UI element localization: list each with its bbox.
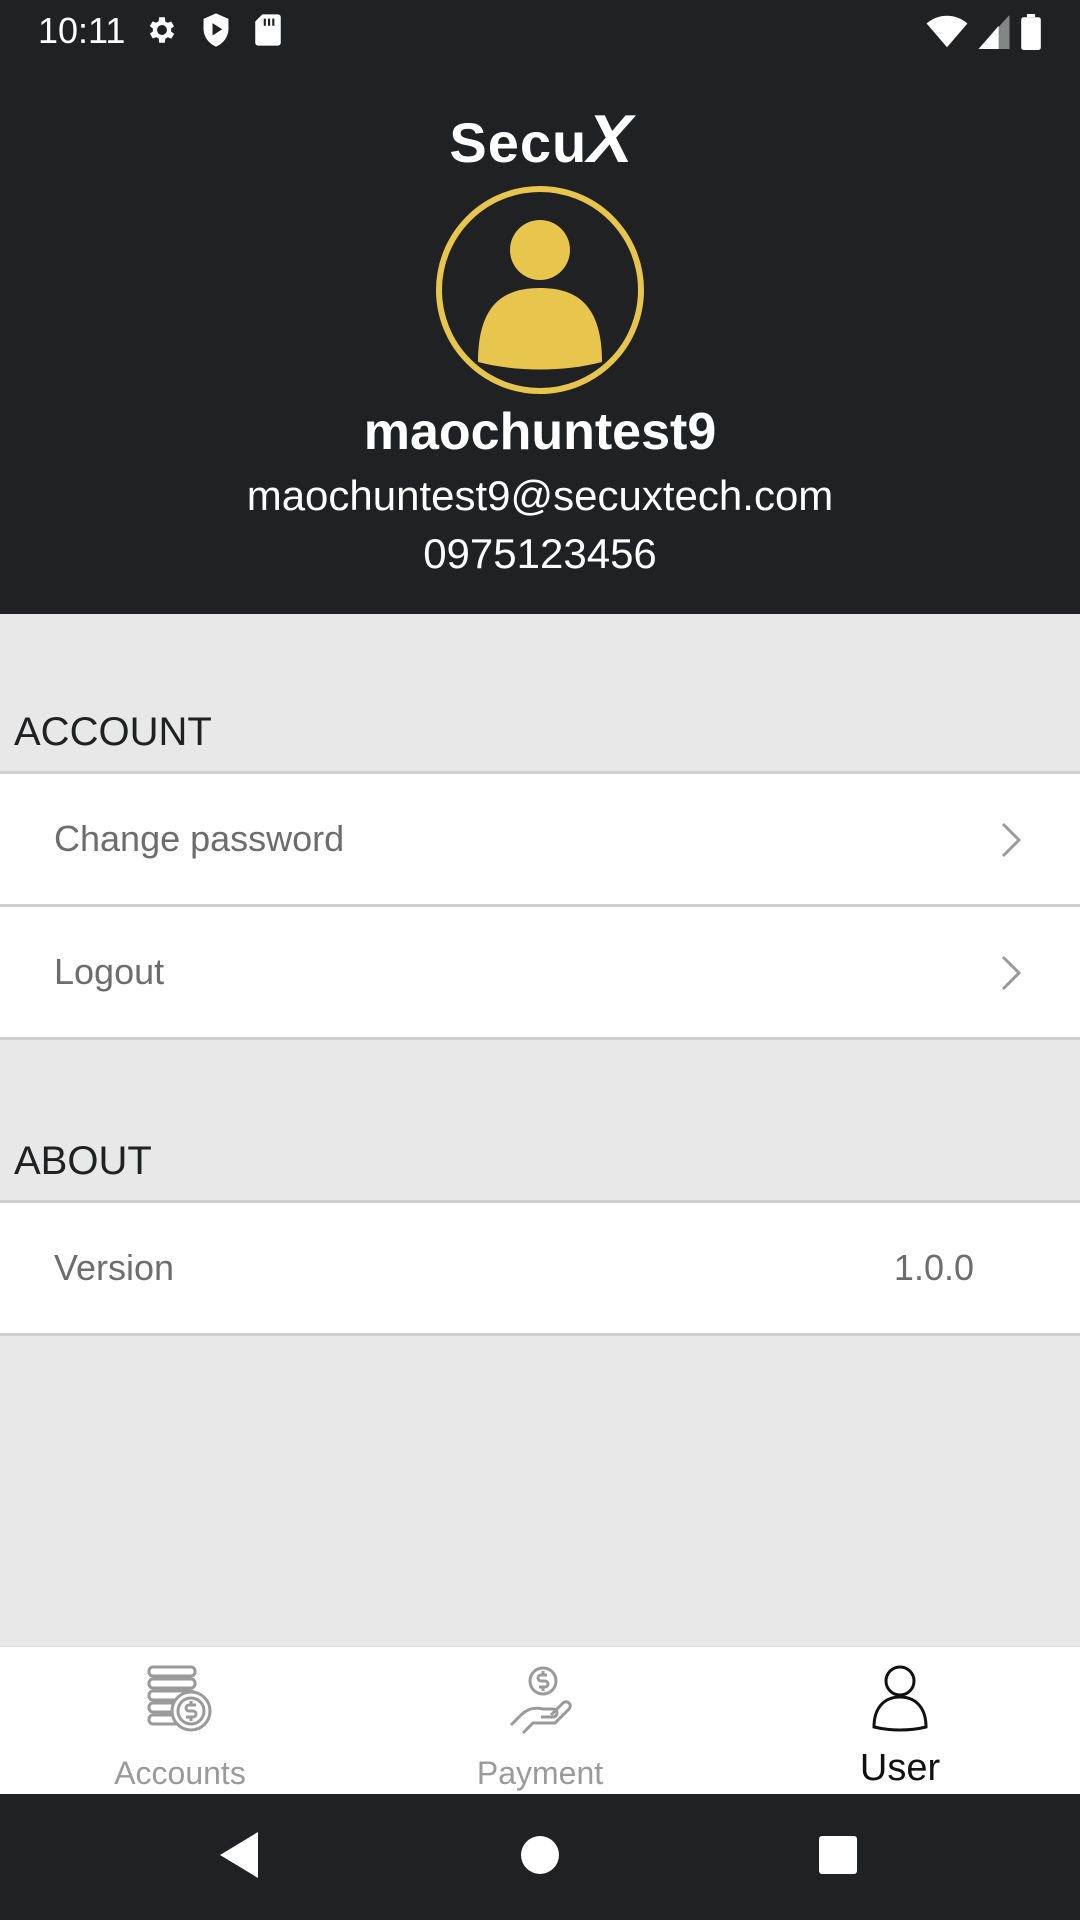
username: maochuntest9 (363, 403, 717, 461)
logo-text: Secu (449, 111, 588, 174)
version-value: 1.0.0 (893, 1247, 974, 1288)
shield-play-icon (203, 13, 229, 47)
user-email: maochuntest9@secuxtech.com (246, 472, 834, 519)
nav-label: User (859, 1747, 941, 1789)
nav-label: Accounts (114, 1755, 246, 1791)
coins-icon (147, 1665, 212, 1732)
status-icons-right (926, 14, 1042, 50)
user-icon (872, 1665, 928, 1732)
nav-accounts[interactable]: Accounts (0, 1647, 360, 1795)
section-title-about: ABOUT (14, 1139, 152, 1183)
nav-payment[interactable]: Payment (360, 1647, 720, 1795)
user-phone: 0975123456 (423, 530, 657, 577)
secux-logo: SecuX (0, 100, 1080, 178)
gear-icon (149, 17, 175, 43)
system-nav-bar (0, 1794, 1080, 1920)
nav-label: Payment (476, 1755, 604, 1791)
profile-header: SecuX maochuntest9 maochuntest9@secuxtec… (0, 62, 1080, 614)
hand-coin-icon (509, 1666, 572, 1735)
signal-icon (978, 15, 1010, 49)
back-icon[interactable] (218, 1830, 260, 1880)
chevron-right-icon (1001, 822, 1022, 858)
home-icon[interactable] (519, 1830, 561, 1880)
recents-icon[interactable] (817, 1830, 859, 1880)
row-label: Change password (54, 818, 345, 859)
status-icons-left (145, 12, 283, 48)
battery-icon (1021, 14, 1041, 50)
status-time: 10:11 (38, 10, 126, 51)
chevron-right-icon (1001, 955, 1022, 991)
logo-x: X (587, 101, 632, 177)
divider (0, 1333, 1080, 1336)
status-bar: 10:11 (0, 0, 1080, 62)
row-label: Version (54, 1247, 175, 1288)
sd-card-icon (255, 14, 281, 46)
wifi-icon (926, 15, 968, 48)
row-label: Logout (54, 951, 165, 992)
section-title-account: ACCOUNT (14, 710, 212, 754)
nav-user[interactable]: User (720, 1647, 1080, 1795)
version-row: Version 1.0.0 (0, 1203, 1080, 1333)
bottom-nav: Accounts Payment User (0, 1646, 1080, 1795)
change-password-row[interactable]: Change password (0, 774, 1080, 904)
logout-row[interactable]: Logout (0, 907, 1080, 1037)
user-avatar-icon (436, 186, 644, 394)
divider (0, 1037, 1080, 1040)
